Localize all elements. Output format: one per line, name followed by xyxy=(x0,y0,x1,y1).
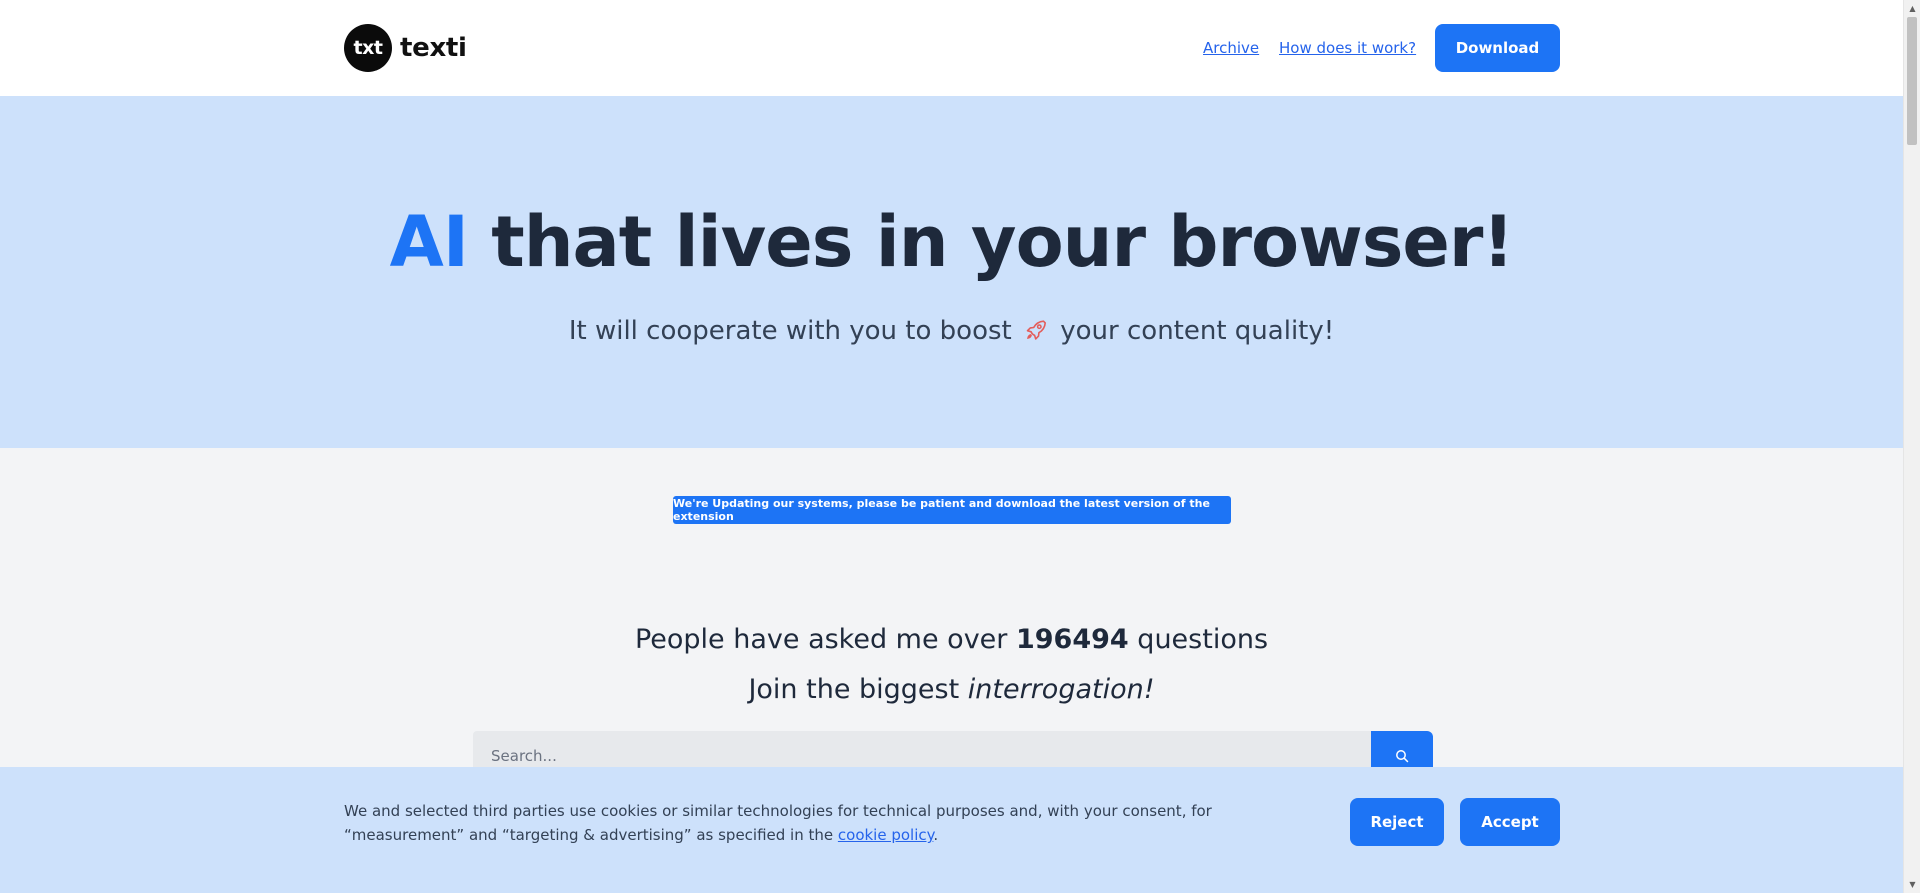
site-header: txt texti Archive How does it work? Down… xyxy=(0,0,1903,96)
page: txt texti Archive How does it work? Down… xyxy=(0,0,1903,893)
cookie-policy-link[interactable]: cookie policy xyxy=(838,826,933,844)
cookie-banner: We and selected third parties use cookie… xyxy=(0,767,1903,893)
cookie-end: . xyxy=(933,826,939,844)
stat-after: questions xyxy=(1128,624,1269,655)
hero-title-accent: AI xyxy=(389,201,469,283)
stat-before: People have asked me over xyxy=(634,624,1016,655)
cookie-text: We and selected third parties use cookie… xyxy=(344,799,1304,847)
hero-title-rest: that lives in your browser! xyxy=(467,201,1514,283)
hero-subtitle: It will cooperate with you to boost your… xyxy=(0,314,1903,348)
join-before: Join the biggest xyxy=(748,674,968,705)
question-count: 196494 xyxy=(1015,624,1129,655)
search-icon xyxy=(1396,750,1409,763)
logo-text: texti xyxy=(400,33,467,63)
reject-cookies-button[interactable]: Reject xyxy=(1350,798,1444,846)
rocket-icon xyxy=(1026,320,1046,340)
nav-link-how-it-works[interactable]: How does it work? xyxy=(1279,39,1416,57)
join-emphasis: interrogation! xyxy=(967,674,1155,705)
update-notice-badge: We're Updating our systems, please be pa… xyxy=(673,496,1231,524)
scroll-up-arrow-icon[interactable]: ▲ xyxy=(1904,0,1920,17)
logo[interactable]: txt texti xyxy=(344,24,467,72)
nav-link-archive[interactable]: Archive xyxy=(1203,39,1259,57)
hero-subtitle-end: your content quality! xyxy=(1060,316,1335,346)
hero-title: AI that lives in your browser! xyxy=(0,200,1903,284)
hero-subtitle-start: It will cooperate with you to boost xyxy=(568,316,1012,346)
cookie-message: We and selected third parties use cookie… xyxy=(344,802,1212,844)
hero-section: AI that lives in your browser! It will c… xyxy=(0,96,1903,448)
join-text: Join the biggest interrogation! xyxy=(0,670,1903,710)
logo-mark: txt xyxy=(344,24,392,72)
download-button[interactable]: Download xyxy=(1435,24,1560,72)
accept-cookies-button[interactable]: Accept xyxy=(1460,798,1560,846)
vertical-scrollbar[interactable]: ▲ ▼ xyxy=(1903,0,1920,893)
scroll-down-arrow-icon[interactable]: ▼ xyxy=(1904,876,1920,893)
scrollbar-thumb[interactable] xyxy=(1907,17,1917,145)
question-count-text: People have asked me over 196494 questio… xyxy=(0,620,1903,660)
